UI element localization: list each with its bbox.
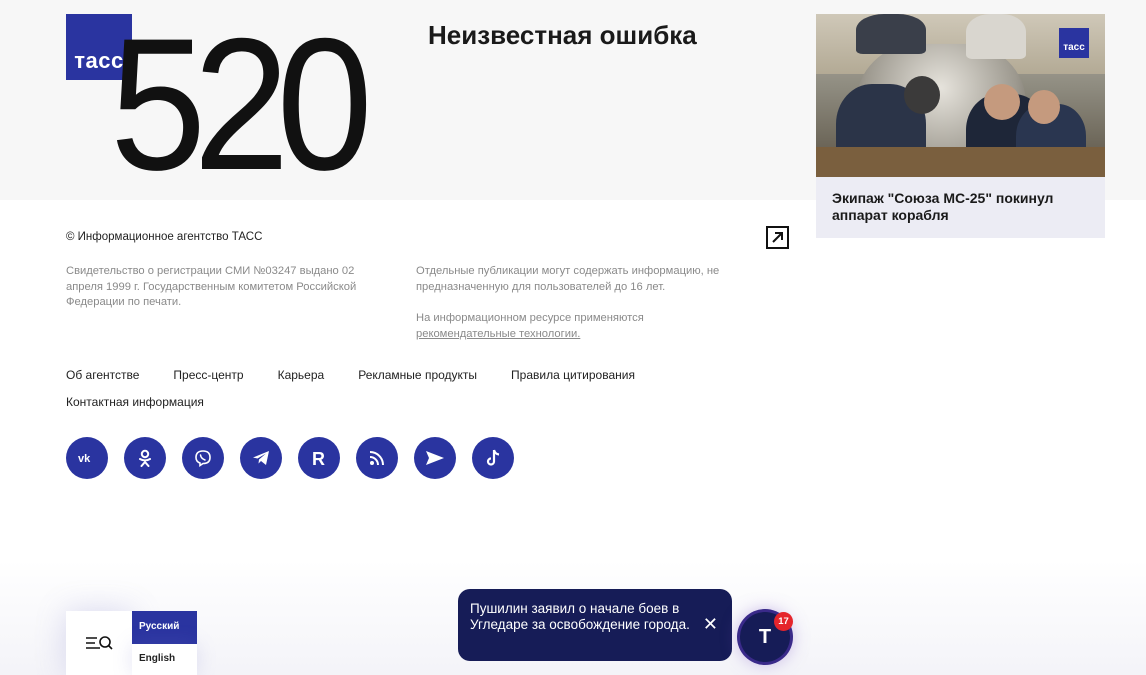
menu-search-icon <box>86 636 113 650</box>
registration-text: Свидетельство о регистрации СМИ №03247 в… <box>66 265 357 308</box>
news-title[interactable]: Экипаж "Союза МС-25" покинул аппарат кор… <box>832 190 1092 224</box>
age-notice: Отдельные публикации могут содержать инф… <box>416 265 720 293</box>
tech-prefix: На информационном ресурсе применяются <box>416 312 644 324</box>
menu-search-button[interactable] <box>66 611 132 675</box>
notification-badge: 17 <box>774 612 793 631</box>
send-icon[interactable] <box>414 437 456 479</box>
odnoklassniki-icon[interactable] <box>124 437 166 479</box>
lang-russian[interactable]: Русский <box>132 611 197 644</box>
toast-text: Пушилин заявил о начале боев в Угледаре … <box>470 601 690 632</box>
news-photo: тасс <box>816 14 1105 177</box>
nav-career[interactable]: Карьера <box>278 368 325 382</box>
telegram-icon[interactable] <box>240 437 282 479</box>
nav-press-center[interactable]: Пресс-центр <box>173 368 243 382</box>
nav-citation-rules[interactable]: Правила цитирования <box>511 368 635 382</box>
rss-icon[interactable] <box>356 437 398 479</box>
svg-text:vk: vk <box>78 453 91 464</box>
recommendation-tech-link[interactable]: рекомендательные технологии. <box>416 328 580 340</box>
error-title: Неизвестная ошибка <box>428 20 697 50</box>
nav-about[interactable]: Об агентстве <box>66 368 139 382</box>
nav-ad-products[interactable]: Рекламные продукты <box>358 368 477 382</box>
external-link-icon[interactable] <box>766 226 789 249</box>
news-card[interactable]: тасс Экипаж "Союза МС-25" покинул аппара… <box>816 14 1105 238</box>
news-toast[interactable]: Пушилин заявил о начале боев в Угледаре … <box>458 589 732 661</box>
viber-icon[interactable] <box>182 437 224 479</box>
copyright: © Информационное агентство ТАСС <box>66 231 263 243</box>
tech-notice: На информационном ресурсе применяются ре… <box>416 311 756 342</box>
lang-english[interactable]: English <box>132 644 197 675</box>
footer-nav: Об агентстве Пресс-центр Карьера Рекламн… <box>66 368 669 382</box>
nav-contacts[interactable]: Контактная информация <box>66 395 204 409</box>
photo-tass-badge: тасс <box>1059 28 1089 58</box>
error-code: 520 <box>110 0 373 209</box>
feed-button-label: T <box>758 625 772 648</box>
footer-nav-extra: Контактная информация <box>66 395 204 409</box>
close-icon[interactable]: ✕ <box>703 615 718 633</box>
svg-text:R: R <box>312 449 325 467</box>
tiktok-icon[interactable] <box>472 437 514 479</box>
social-links: vk R <box>66 437 514 479</box>
vk-icon[interactable]: vk <box>66 437 108 479</box>
rutube-icon[interactable]: R <box>298 437 340 479</box>
